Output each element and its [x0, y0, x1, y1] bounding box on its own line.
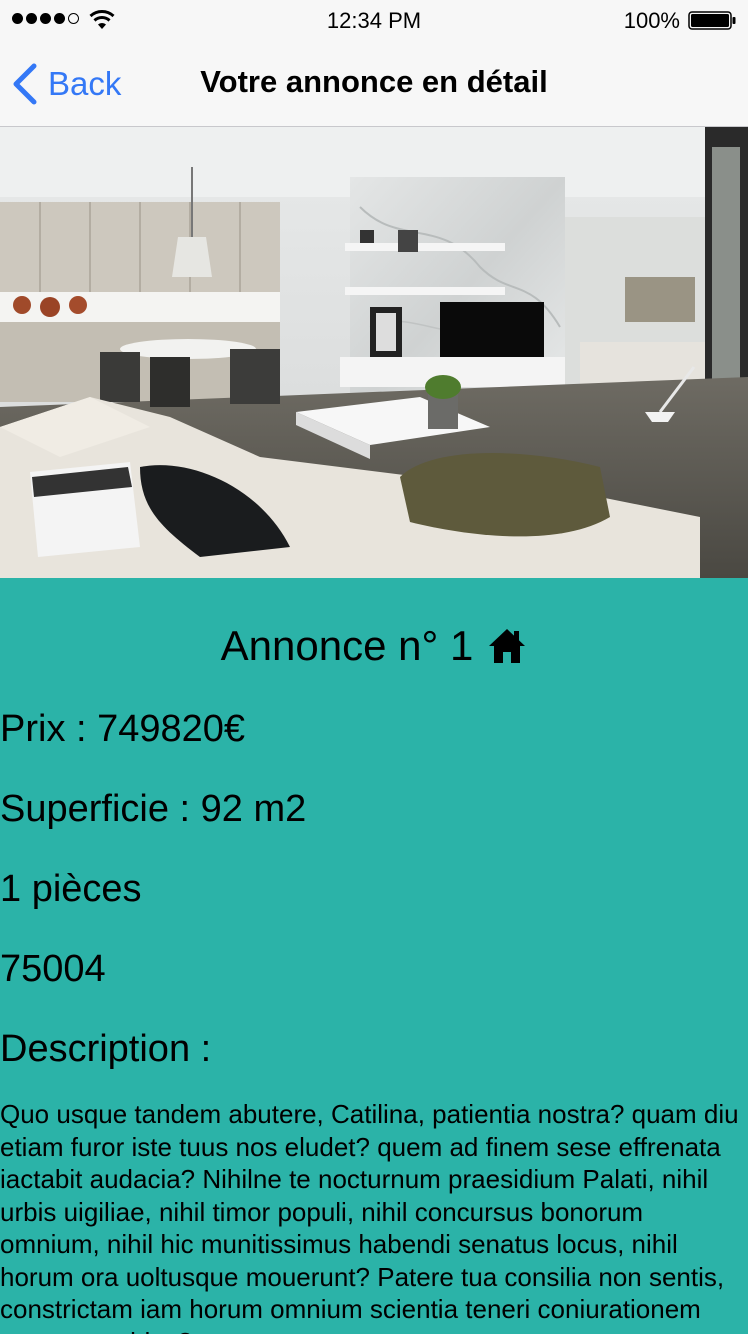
page-title: Votre annonce en détail: [200, 64, 548, 99]
home-icon: [489, 629, 526, 663]
screen: 12:34 PM 100% Back Votre annonce en déta…: [0, 0, 748, 1334]
postcode: 75004: [0, 948, 106, 990]
description-text: Quo usque tandem abutere, Catilina, pati…: [0, 1099, 739, 1334]
rooms: 1 pièces: [0, 868, 142, 910]
ad-title-text: Annonce n° 1: [220, 622, 474, 669]
battery-percentage: 100%: [623, 8, 680, 33]
property-photo: [0, 127, 748, 578]
navigation-bar: Back Votre annonce en détail: [0, 40, 748, 127]
price: Prix : 749820€: [0, 708, 246, 750]
status-bar: 12:34 PM 100%: [0, 0, 748, 40]
ad-details: Annonce n° 1 Prix : 749820€ Superficie :…: [0, 578, 748, 1334]
battery-icon: [688, 11, 736, 30]
description-label: Description :: [0, 1028, 212, 1070]
ad-title: Annonce n° 1: [0, 622, 748, 670]
surface: Superficie : 92 m2: [0, 788, 307, 830]
